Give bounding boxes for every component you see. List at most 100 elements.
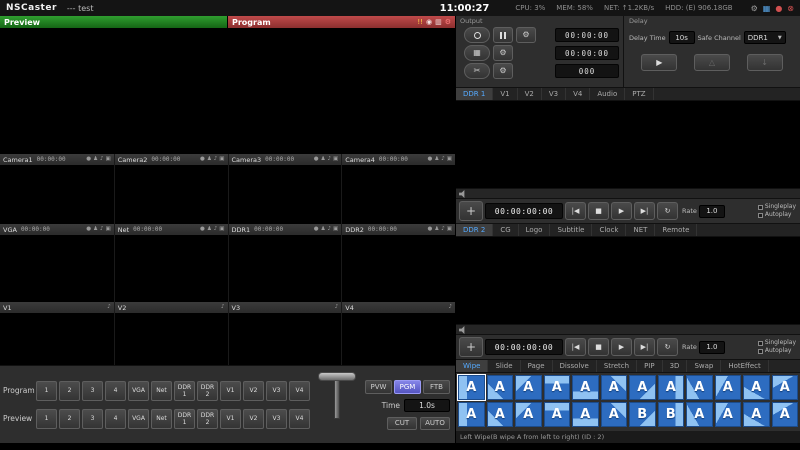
monitor-net[interactable]: Net00:00:00●♟♪▣ — [114, 224, 228, 302]
deck1-autoplay-checkbox[interactable]: Autoplay — [758, 212, 796, 218]
pause-button[interactable] — [493, 27, 513, 43]
effect-thumb-9[interactable]: A — [686, 375, 713, 400]
deck2-rate-input[interactable]: 1.0 — [699, 341, 725, 354]
deck1-tab-v2[interactable]: V2 — [518, 88, 542, 100]
mode-button-pvw[interactable]: PVW — [365, 380, 392, 394]
deck1-tab-v1[interactable]: V1 — [493, 88, 517, 100]
speaker-icon[interactable] — [459, 326, 468, 334]
monitor-camera1[interactable]: Camera100:00:00●♟♪▣ — [0, 154, 114, 224]
preview-bus-button-2[interactable]: 2 — [59, 409, 80, 429]
alert-icon[interactable]: !! — [417, 19, 423, 26]
effect-thumb-15[interactable]: A — [515, 402, 542, 427]
deck1-stop-button[interactable]: ■ — [588, 202, 609, 220]
stream-settings-button[interactable]: ⚙ — [493, 45, 513, 61]
effect-thumb-14[interactable]: A — [487, 402, 514, 427]
effect-thumb-4[interactable]: A — [544, 375, 571, 400]
deck2-prev-button[interactable]: |◀ — [565, 338, 586, 356]
grid-icon[interactable]: ▥ — [435, 19, 442, 26]
preview-bus-button-v2[interactable]: V2 — [243, 409, 264, 429]
deck2-loop-button[interactable]: ↻ — [657, 338, 678, 356]
effect-thumb-5[interactable]: A — [572, 375, 599, 400]
deck1-tab-v3[interactable]: V3 — [542, 88, 566, 100]
deck2-tab-logo[interactable]: Logo — [519, 224, 551, 236]
effects-tab-page[interactable]: Page — [521, 360, 553, 372]
effect-thumb-17[interactable]: A — [572, 402, 599, 427]
clip-button[interactable]: ✂ — [464, 63, 490, 79]
effect-thumb-18[interactable]: A — [601, 402, 628, 427]
deck2-tab-remote[interactable]: Remote — [655, 224, 697, 236]
program-bus-button-v2[interactable]: V2 — [243, 381, 264, 401]
program-bus-button-v3[interactable]: V3 — [266, 381, 287, 401]
deck1-tab-v4[interactable]: V4 — [566, 88, 590, 100]
deck2-singleplay-checkbox[interactable]: Singleplay — [758, 340, 796, 346]
preview-bus-button-ddr-1[interactable]: DDR 1 — [174, 409, 195, 429]
record-settings-button[interactable]: ⚙ — [516, 27, 536, 43]
deck2-tab-net[interactable]: NET — [626, 224, 655, 236]
program-bus-button-ddr-2[interactable]: DDR 2 — [197, 381, 218, 401]
deck1-add-button[interactable]: + — [459, 201, 483, 221]
effect-thumb-16[interactable]: A — [544, 402, 571, 427]
transition-time-input[interactable]: 1.0s — [404, 399, 450, 412]
program-bus-button-ddr-1[interactable]: DDR 1 — [174, 381, 195, 401]
deck1-next-button[interactable]: ▶| — [634, 202, 655, 220]
effects-tab-pip[interactable]: PIP — [637, 360, 663, 372]
effect-thumb-22[interactable]: A — [715, 402, 742, 427]
deck1-tab-ddr-1[interactable]: DDR 1 — [456, 88, 493, 100]
effect-thumb-8[interactable]: A — [658, 375, 685, 400]
effects-tab-stretch[interactable]: Stretch — [597, 360, 637, 372]
preview-bus-button-3[interactable]: 3 — [82, 409, 103, 429]
effect-thumb-19[interactable]: B — [629, 402, 656, 427]
layout-icon[interactable]: ▦ — [763, 4, 771, 13]
program-bus-button-v1[interactable]: V1 — [220, 381, 241, 401]
deck2-stop-button[interactable]: ■ — [588, 338, 609, 356]
deck1-play-button[interactable]: ▶ — [611, 202, 632, 220]
deck2-play-button[interactable]: ▶ — [611, 338, 632, 356]
deck1-tab-audio[interactable]: Audio — [590, 88, 625, 100]
preview-bus-button-v1[interactable]: V1 — [220, 409, 241, 429]
effect-thumb-3[interactable]: A — [515, 375, 542, 400]
monitor-camera3[interactable]: Camera300:00:00●♟♪▣ — [228, 154, 342, 224]
preview-bus-button-v3[interactable]: V3 — [266, 409, 287, 429]
program-bus-button-vga[interactable]: VGA — [128, 381, 149, 401]
t-bar-handle[interactable] — [318, 372, 356, 381]
t-bar[interactable] — [311, 372, 363, 438]
deck2-tab-cg[interactable]: CG — [493, 224, 518, 236]
deck2-tab-ddr-2[interactable]: DDR 2 — [456, 224, 493, 236]
monitor-camera4[interactable]: Camera400:00:00●♟♪▣ — [341, 154, 455, 224]
preview-bus-button-1[interactable]: 1 — [36, 409, 57, 429]
program-bus-button-4[interactable]: 4 — [105, 381, 126, 401]
effect-thumb-12[interactable]: A — [772, 375, 799, 400]
record-button[interactable] — [464, 27, 490, 43]
effects-tab-dissolve[interactable]: Dissolve — [553, 360, 597, 372]
monitor-v4[interactable]: V4♪ — [341, 302, 455, 365]
effect-thumb-13[interactable]: A — [458, 402, 485, 427]
preview-bus-button-ddr-2[interactable]: DDR 2 — [197, 409, 218, 429]
monitor-vga[interactable]: VGA00:00:00●♟♪▣ — [0, 224, 114, 302]
stream-button[interactable]: ▦ — [464, 45, 490, 61]
effect-thumb-24[interactable]: A — [772, 402, 799, 427]
preview-bus-button-4[interactable]: 4 — [105, 409, 126, 429]
deck2-tab-subtitle[interactable]: Subtitle — [550, 224, 592, 236]
effect-thumb-11[interactable]: A — [743, 375, 770, 400]
safe-channel-select[interactable]: DDR1 ▼ — [744, 31, 786, 44]
mode-button-ftb[interactable]: FTB — [423, 380, 450, 394]
effects-tab-slide[interactable]: Slide — [488, 360, 520, 372]
program-bus-button-net[interactable]: Net — [151, 381, 172, 401]
deck1-tab-ptz[interactable]: PTZ — [625, 88, 653, 100]
mode-button-pgm[interactable]: PGM — [394, 380, 421, 394]
delay-warning-button[interactable]: △ — [694, 54, 730, 71]
gear-icon[interactable]: ⚙ — [445, 19, 451, 26]
effects-tab-hoteffect[interactable]: HotEffect — [721, 360, 768, 372]
effects-tab-swap[interactable]: Swap — [687, 360, 721, 372]
deck1-loop-button[interactable]: ↻ — [657, 202, 678, 220]
deck2-tab-clock[interactable]: Clock — [592, 224, 626, 236]
deck2-autoplay-checkbox[interactable]: Autoplay — [758, 348, 796, 354]
effect-thumb-23[interactable]: A — [743, 402, 770, 427]
effect-thumb-1[interactable]: A — [458, 375, 485, 400]
speaker-icon[interactable] — [459, 190, 468, 198]
program-bus-button-3[interactable]: 3 — [82, 381, 103, 401]
monitor-ddr2[interactable]: DDR200:00:00●♟♪▣ — [341, 224, 455, 302]
cut-button[interactable]: CUT — [387, 417, 417, 430]
broadcast-icon[interactable]: ◉ — [426, 19, 432, 26]
effect-thumb-10[interactable]: A — [715, 375, 742, 400]
